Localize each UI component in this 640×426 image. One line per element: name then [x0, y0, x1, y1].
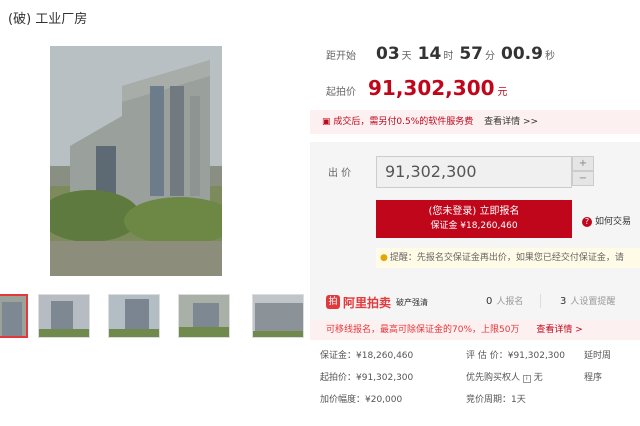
gift-icon: ▣	[322, 117, 334, 127]
registered-number: 0	[486, 296, 493, 307]
thumbnail[interactable]	[252, 294, 304, 338]
registered-label: 人报名	[496, 297, 524, 307]
how-to-trade-link[interactable]: ? 如何交易	[582, 214, 631, 227]
registered-count: 0 人报名	[486, 294, 523, 307]
reminder-number: 3	[560, 296, 567, 307]
start-price-label: 起拍价	[326, 87, 356, 98]
platform-sub: 破产强清	[396, 297, 429, 307]
info-icon: i	[522, 375, 531, 383]
service-fee-notice: ▣ 成交后，需另付0.5%的软件服务费 查看详情 >>	[310, 110, 640, 134]
start-price: 起拍价 91,302,300 元	[326, 76, 508, 100]
reminder-count: 3 人设置提醒	[560, 294, 615, 307]
info-panel: 拍 阿里拍卖 破产强清 0 人报名 3 人设置提醒 可移线报名，最高可除保证金的70…	[310, 282, 640, 426]
platform-logo: 拍 阿里拍卖 破产强清	[326, 292, 428, 312]
thumbnail[interactable]	[0, 294, 28, 338]
procedure-info: 程序	[584, 373, 603, 383]
start-price-info: 起拍价：¥91,302,300	[320, 373, 414, 383]
countdown-hours: 14	[417, 44, 442, 64]
platform-name: 阿里拍卖	[343, 295, 392, 310]
priority-value: 无	[533, 373, 543, 383]
countdown-minutes: 57	[459, 44, 484, 64]
countdown-label: 距开始	[326, 51, 356, 62]
appraisal-info: 评 估 价：¥91,302,300	[466, 351, 565, 361]
register-button[interactable]: (您未登录) 立即报名 保证金 ¥18,260,460	[376, 200, 572, 238]
thumbnail[interactable]	[38, 294, 90, 338]
bid-input[interactable]: 91,302,300	[376, 156, 572, 188]
extension-info: 延时周	[584, 351, 612, 361]
deposit-info: 保证金：¥18,260,460	[320, 351, 414, 361]
start-price-value: 91,302,300	[368, 76, 495, 100]
thumbnail-strip	[0, 294, 310, 340]
promo-details-link[interactable]: 查看详情 >	[536, 325, 582, 335]
priority-info: 优先购买权人 i 无	[466, 370, 543, 383]
loan-promo: 可移线报名，最高可除保证金的70%，上限50万 查看详情 >	[310, 320, 640, 340]
increase-button[interactable]: +	[572, 156, 594, 171]
reminder-text: 提醒：先报名交保证金再出价，如果您已经交付保证金，请	[389, 253, 624, 263]
period-info: 竞价周期：1天	[466, 395, 526, 405]
increment-info: 加价幅度：¥20,000	[320, 395, 403, 405]
register-label: (您未登录) 立即报名	[428, 206, 520, 217]
stat-divider	[540, 294, 541, 308]
bid-label: 出 价	[328, 168, 352, 179]
countdown-days-unit: 天	[401, 51, 412, 62]
countdown-days: 03	[376, 44, 400, 64]
deposit-reminder: ● 提醒：先报名交保证金再出价，如果您已经交付保证金，请	[376, 248, 640, 268]
priority-label: 优先购买权人	[466, 373, 521, 383]
page-title: (破) 工业厂房	[8, 12, 88, 27]
countdown-hours-unit: 时	[443, 51, 454, 62]
main-image[interactable]	[50, 46, 222, 276]
countdown-seconds: 00.9	[501, 44, 543, 64]
bid-stepper: + −	[572, 156, 594, 188]
countdown: 距开始 03 天 14 时 57 分 00.9 秒	[326, 44, 555, 64]
reminder-label: 人设置提醒	[570, 297, 616, 307]
help-label: 如何交易	[595, 217, 632, 227]
decrease-button[interactable]: −	[572, 171, 594, 186]
start-price-unit: 元	[497, 87, 508, 98]
promo-text: 可移线报名，最高可除保证金的70%，上限50万	[326, 325, 520, 335]
lightbulb-icon: ●	[380, 253, 388, 263]
building-photo	[50, 46, 222, 276]
thumbnail[interactable]	[178, 294, 230, 338]
auction-panel: 距开始 03 天 14 时 57 分 00.9 秒 起拍价 91,302,300…	[310, 36, 640, 426]
countdown-seconds-unit: 秒	[544, 51, 555, 62]
auction-logo-icon: 拍	[326, 295, 340, 309]
notice-text: 成交后，需另付0.5%的软件服务费	[333, 117, 474, 127]
countdown-minutes-unit: 分	[485, 51, 496, 62]
thumbnail[interactable]	[108, 294, 160, 338]
help-icon: ?	[582, 217, 592, 227]
notice-details-link[interactable]: 查看详情 >>	[484, 117, 538, 127]
register-deposit: 保证金 ¥18,260,460	[430, 221, 518, 231]
